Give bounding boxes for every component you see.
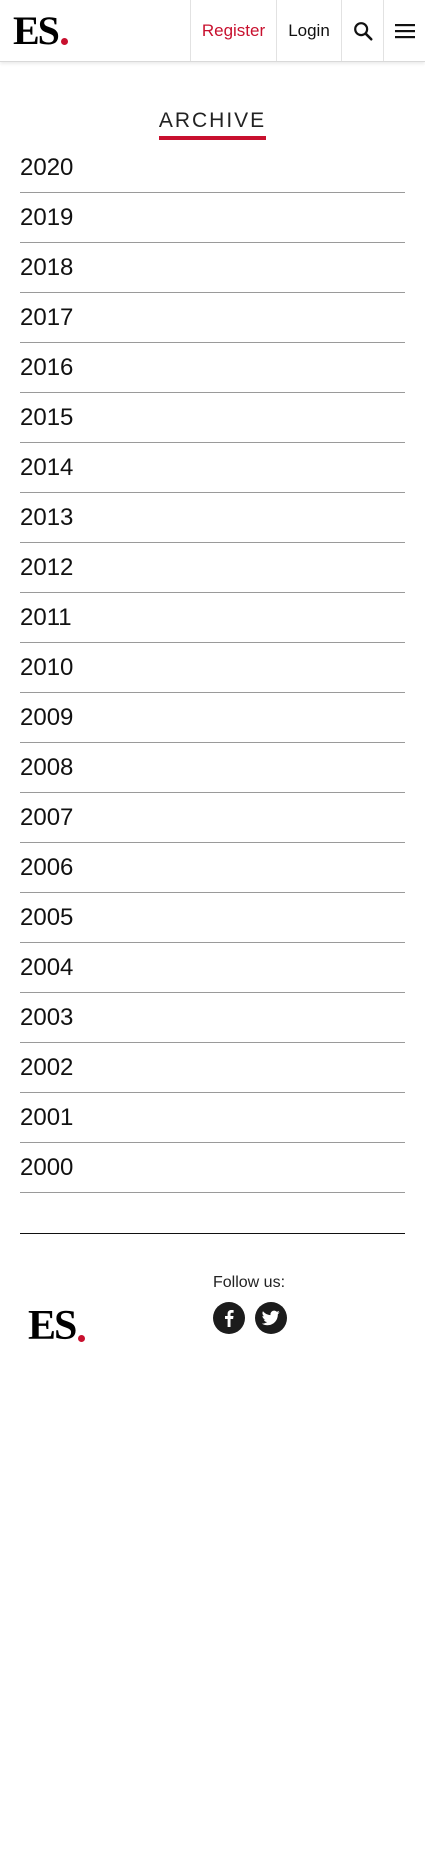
year-item-2009[interactable]: 2009 [20, 693, 405, 743]
year-item-2004[interactable]: 2004 [20, 943, 405, 993]
archive-title: ARCHIVE [158, 109, 267, 140]
search-button[interactable] [341, 0, 383, 61]
login-label: Login [288, 20, 330, 40]
search-icon [353, 21, 373, 41]
footer-logo-text: ES [28, 1303, 77, 1349]
logo-dot [60, 38, 68, 45]
year-item-2006[interactable]: 2006 [20, 843, 405, 893]
twitter-link[interactable] [255, 1302, 287, 1334]
year-item-2010[interactable]: 2010 [20, 643, 405, 693]
year-item-2011[interactable]: 2011 [20, 593, 405, 643]
year-item-2005[interactable]: 2005 [20, 893, 405, 943]
footer-logo[interactable]: ES [28, 1302, 86, 1350]
year-item-2007[interactable]: 2007 [20, 793, 405, 843]
site-logo[interactable]: ES [0, 0, 190, 61]
year-item-2015[interactable]: 2015 [20, 393, 405, 443]
year-item-2017[interactable]: 2017 [20, 293, 405, 343]
facebook-link[interactable] [213, 1302, 245, 1334]
social-links [213, 1302, 287, 1334]
register-label: Register [201, 20, 266, 40]
year-item-2018[interactable]: 2018 [20, 243, 405, 293]
year-list: 2020 2019 2018 2017 2016 2015 2014 2013 2012 2011… [20, 143, 405, 1193]
logo-text: ES [13, 8, 60, 53]
twitter-icon [262, 1310, 280, 1326]
year-item-2012[interactable]: 2012 [20, 543, 405, 593]
year-item-2008[interactable]: 2008 [20, 743, 405, 793]
hamburger-menu-icon [394, 23, 415, 38]
archive-heading: ARCHIVE [0, 109, 425, 143]
follow-us: Follow us: [213, 1274, 287, 1334]
year-item-2019[interactable]: 2019 [20, 193, 405, 243]
year-item-2001[interactable]: 2001 [20, 1093, 405, 1143]
year-item-2016[interactable]: 2016 [20, 343, 405, 393]
site-header: ES Register Login [0, 0, 425, 62]
site-footer: ES Follow us: [0, 1234, 425, 1354]
year-item-2002[interactable]: 2002 [20, 1043, 405, 1093]
year-item-2003[interactable]: 2003 [20, 993, 405, 1043]
facebook-icon [225, 1310, 234, 1327]
register-button[interactable]: Register [190, 0, 276, 61]
year-item-2020[interactable]: 2020 [20, 143, 405, 193]
follow-label: Follow us: [213, 1274, 286, 1291]
year-item-2000[interactable]: 2000 [20, 1143, 405, 1193]
menu-button[interactable] [383, 0, 425, 61]
login-button[interactable]: Login [276, 0, 341, 61]
year-item-2014[interactable]: 2014 [20, 443, 405, 493]
footer-logo-dot [78, 1335, 86, 1342]
year-item-2013[interactable]: 2013 [20, 493, 405, 543]
